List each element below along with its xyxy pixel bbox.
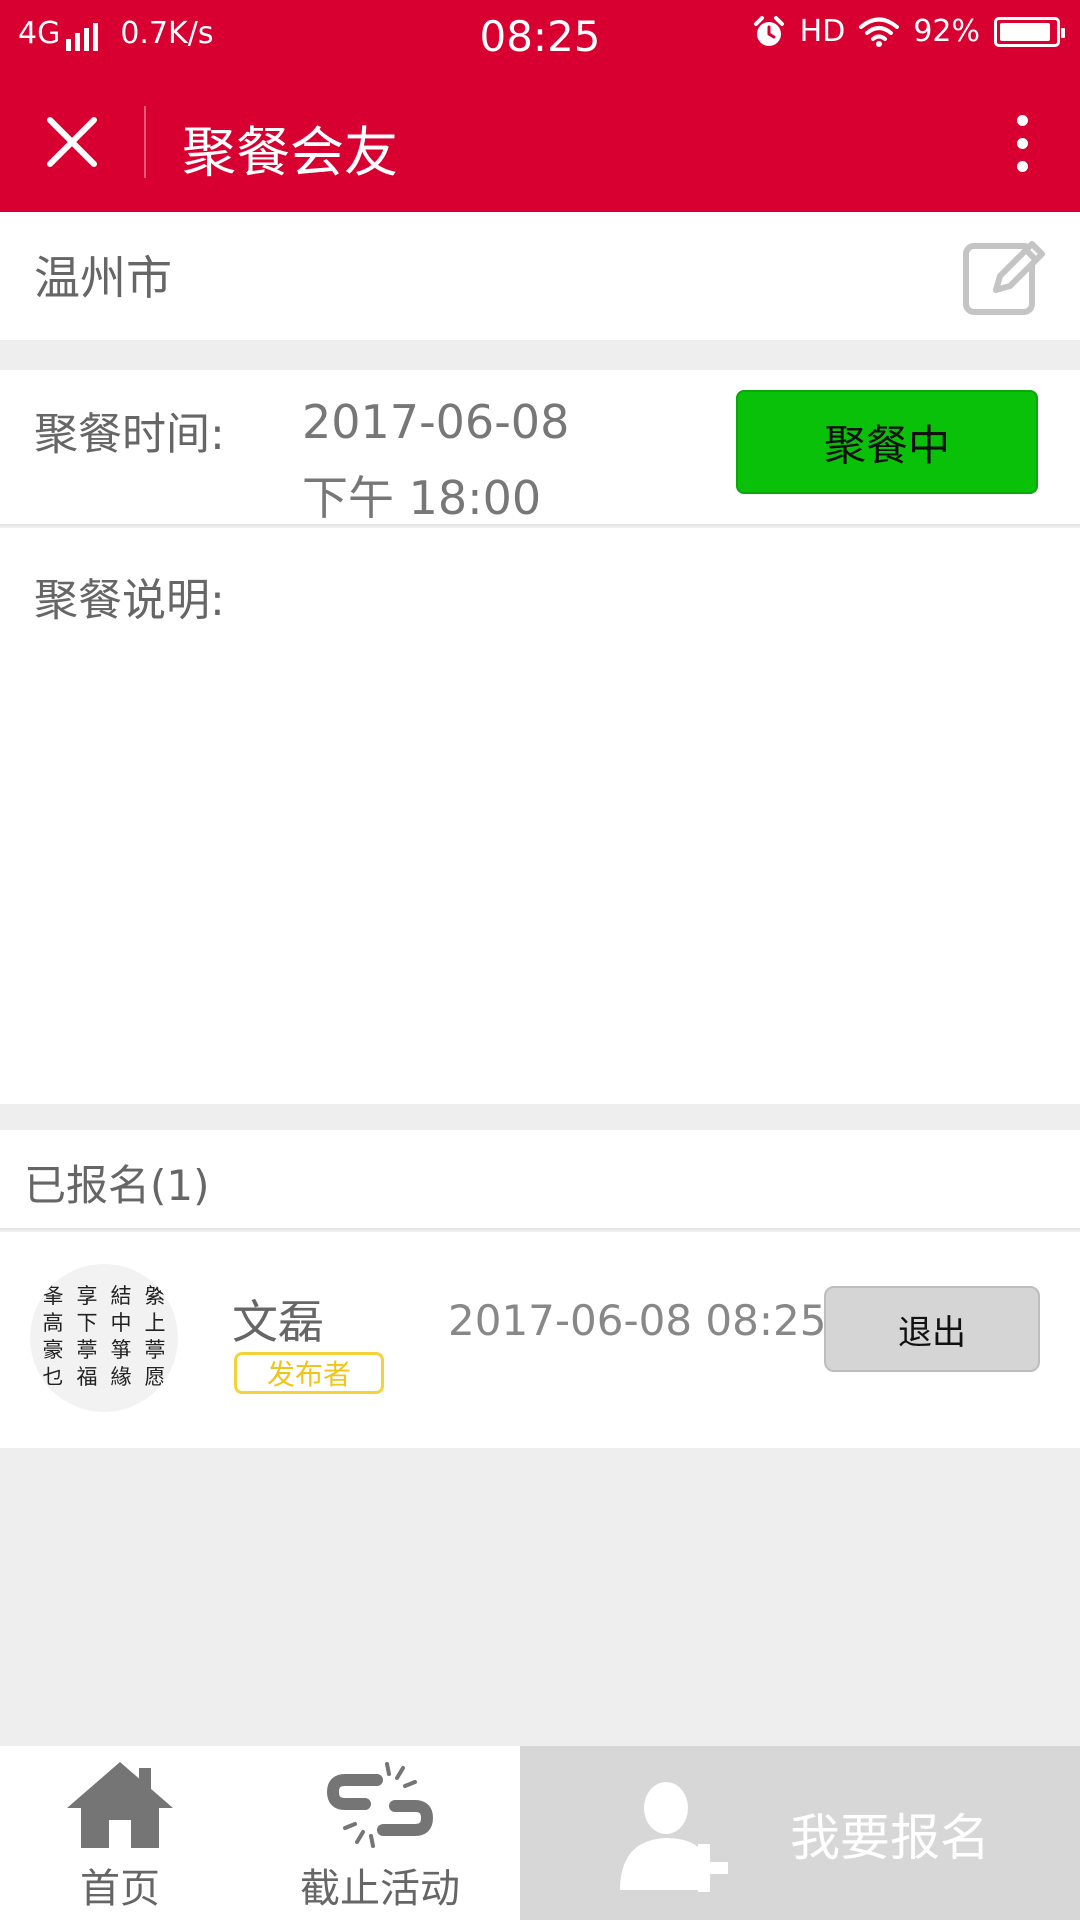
status-right: HD 92%	[752, 14, 1065, 49]
avatar-glyph: 豪	[42, 1338, 64, 1362]
avatar-glyph: 葶	[76, 1338, 98, 1362]
event-time-label: 聚餐时间:	[34, 409, 225, 460]
stop-activity-label: 截止活动	[300, 1866, 460, 1912]
event-time-value: 2017-06-08 下午 18:00	[302, 384, 569, 536]
battery-fill	[1000, 22, 1050, 41]
avatar-glyph: 福	[76, 1365, 98, 1389]
title-bar: 聚餐会友	[0, 72, 1080, 212]
avatar-glyph: 愿	[144, 1365, 166, 1389]
event-time-row: 聚餐时间: 2017-06-08 下午 18:00 聚餐中	[0, 370, 1080, 526]
avatar-glyph: 上	[144, 1311, 166, 1335]
signup-time: 2017-06-08 08:25	[448, 1296, 827, 1345]
quit-button[interactable]: 退出	[824, 1286, 1040, 1372]
battery-icon	[994, 16, 1065, 47]
home-label: 首页	[80, 1866, 160, 1912]
event-status-button[interactable]: 聚餐中	[736, 390, 1038, 494]
stop-activity-tab[interactable]: 截止活动	[280, 1746, 480, 1920]
signup-button[interactable]: 我要报名	[520, 1746, 1080, 1920]
hd-indicator: HD	[799, 14, 846, 49]
publisher-badge: 发布者	[234, 1352, 384, 1394]
avatar[interactable]: 夆享結綮高下中上豪葶箏葶乜福緣愿	[30, 1264, 178, 1412]
avatar-calligraphy: 夆享結綮高下中上豪葶箏葶乜福緣愿	[36, 1284, 172, 1390]
signup-header: 已报名(1)	[0, 1130, 1080, 1230]
participant-name: 文磊	[232, 1295, 324, 1349]
page-title: 聚餐会友	[182, 121, 398, 184]
broken-link-icon	[326, 1762, 434, 1848]
city-label: 温州市	[34, 251, 172, 305]
avatar-glyph: 箏	[110, 1338, 132, 1362]
edit-button[interactable]	[960, 232, 1050, 322]
add-user-icon	[620, 1782, 728, 1892]
avatar-glyph: 乜	[42, 1365, 64, 1389]
edit-icon	[963, 241, 1045, 315]
avatar-glyph: 葶	[144, 1338, 166, 1362]
close-button[interactable]	[30, 104, 114, 180]
event-date: 2017-06-08	[302, 395, 570, 449]
avatar-glyph: 緣	[110, 1365, 132, 1389]
event-time: 下午 18:00	[302, 471, 542, 525]
event-description: 聚餐说明:	[0, 528, 1080, 1104]
home-tab[interactable]: 首页	[50, 1746, 190, 1920]
signup-count-label: 已报名(1)	[24, 1161, 210, 1210]
wifi-icon	[859, 17, 900, 47]
avatar-glyph: 綮	[144, 1284, 166, 1308]
avatar-glyph: 高	[42, 1311, 64, 1335]
avatar-glyph: 結	[110, 1284, 132, 1308]
status-bar: 4G 0.7K/s 08:25 HD 92%	[0, 0, 1080, 72]
signup-label: 我要报名	[790, 1809, 990, 1867]
more-icon	[1016, 114, 1028, 126]
avatar-glyph: 享	[76, 1284, 98, 1308]
home-icon	[67, 1762, 173, 1848]
location-row: 温州市	[0, 212, 1080, 340]
avatar-glyph: 中	[110, 1311, 132, 1335]
avatar-glyph: 夆	[42, 1284, 64, 1308]
alarm-icon	[753, 15, 784, 46]
avatar-glyph: 下	[76, 1311, 98, 1335]
title-divider	[144, 106, 146, 178]
close-icon	[47, 117, 97, 167]
more-button[interactable]	[994, 102, 1050, 184]
bottom-nav: 首页 截止活动 我要报名	[0, 1746, 1080, 1920]
list-item: 夆享結綮高下中上豪葶箏葶乜福緣愿 文磊 发布者 2017-06-08 08:25…	[0, 1232, 1080, 1448]
battery-percent: 92%	[913, 14, 980, 49]
description-label: 聚餐说明:	[34, 575, 225, 626]
